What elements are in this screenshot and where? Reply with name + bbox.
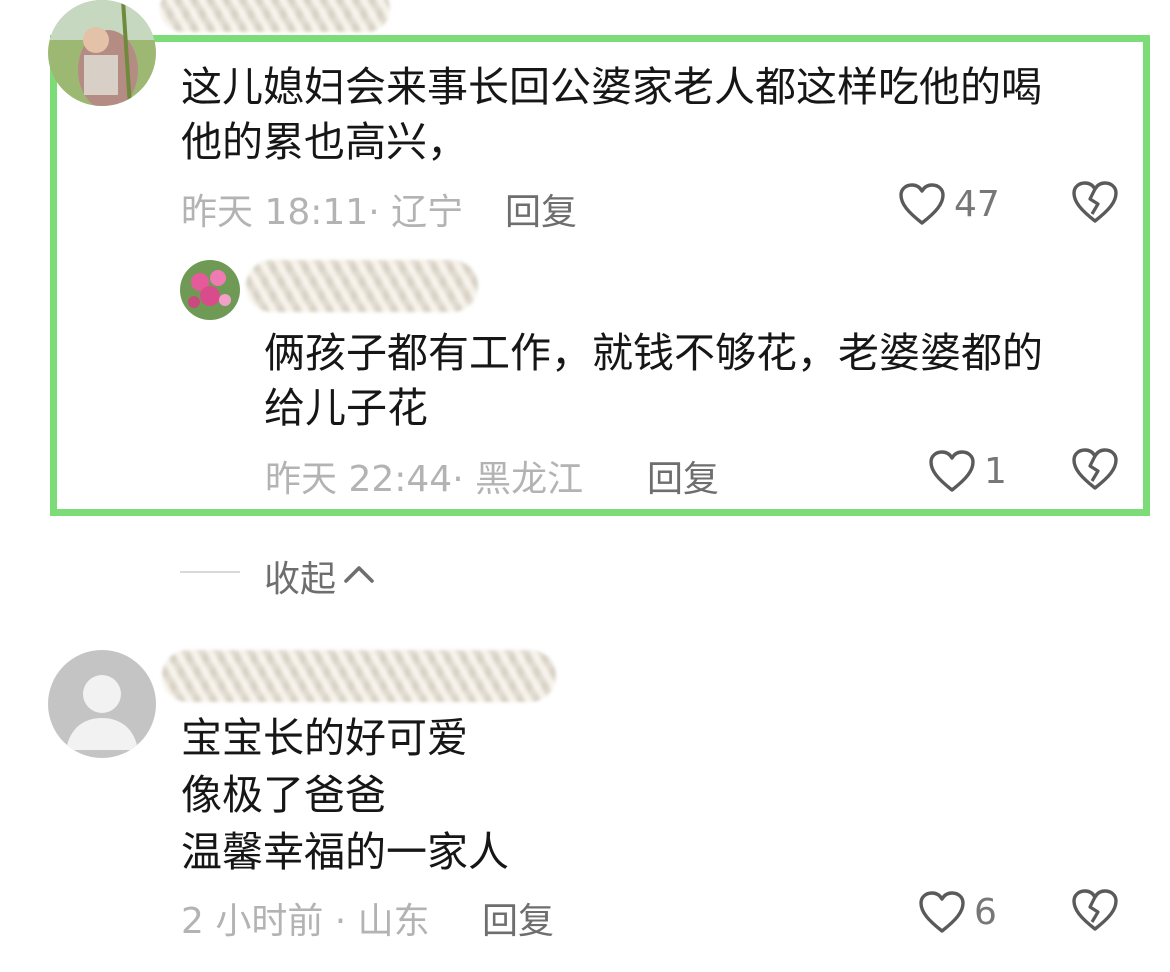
like-button[interactable]: 47 xyxy=(898,178,1000,230)
reply-button[interactable]: 回复 xyxy=(647,450,719,502)
reply-button[interactable]: 回复 xyxy=(482,892,554,944)
reply-button[interactable]: 回复 xyxy=(505,183,577,235)
like-button[interactable]: 1 xyxy=(928,445,1007,497)
like-count: 1 xyxy=(984,450,1007,492)
username-redacted[interactable] xyxy=(162,650,556,702)
username-redacted[interactable] xyxy=(160,0,390,32)
like-button[interactable]: 6 xyxy=(918,886,997,938)
comment-line: 像极了爸爸 xyxy=(181,771,386,819)
comment-line: 宝宝长的好可爱 xyxy=(181,714,468,762)
broken-heart-icon xyxy=(1071,180,1119,224)
reply-text: 俩孩子都有工作，就钱不够花，老婆婆都的 给儿子花 xyxy=(264,326,1124,436)
reply-timestamp-location: 昨天 22:44· 黑龙江 xyxy=(265,459,584,500)
like-count: 47 xyxy=(954,183,1000,225)
dislike-button[interactable] xyxy=(1071,180,1119,224)
comment-timestamp-location: 昨天 18:11· 辽宁 xyxy=(181,192,464,233)
comment-line: 温馨幸福的一家人 xyxy=(181,828,509,876)
dislike-button[interactable] xyxy=(1071,888,1119,932)
chevron-up-icon xyxy=(342,562,376,590)
heart-outline-icon xyxy=(918,890,966,934)
comment-line: 他的累也高兴， xyxy=(181,118,468,166)
collapse-label: 收起 xyxy=(264,559,337,600)
broken-heart-icon xyxy=(1071,888,1119,932)
dislike-button[interactable] xyxy=(1071,447,1119,491)
collapse-button[interactable]: 收起 xyxy=(264,550,376,602)
comment-timestamp-location: 2 小时前 · 山东 xyxy=(181,901,430,942)
reply-line: 给儿子花 xyxy=(264,384,428,432)
collapse-divider xyxy=(180,571,240,573)
comment-text: 这儿媳妇会来事长回公婆家老人都这样吃他的喝 他的累也高兴， xyxy=(181,60,1141,170)
comment-line: 这儿媳妇会来事长回公婆家老人都这样吃他的喝 xyxy=(181,63,1042,111)
avatar-default[interactable] xyxy=(48,650,156,758)
username-redacted[interactable] xyxy=(246,260,478,312)
avatar[interactable] xyxy=(180,260,240,320)
heart-outline-icon xyxy=(928,449,976,493)
heart-outline-icon xyxy=(898,182,946,226)
reply-line: 俩孩子都有工作，就钱不够花，老婆婆都的 xyxy=(264,329,1043,377)
like-count: 6 xyxy=(974,891,997,933)
comment-text: 宝宝长的好可爱 像极了爸爸 温馨幸福的一家人 xyxy=(181,710,1141,881)
broken-heart-icon xyxy=(1071,447,1119,491)
avatar[interactable] xyxy=(48,0,156,106)
